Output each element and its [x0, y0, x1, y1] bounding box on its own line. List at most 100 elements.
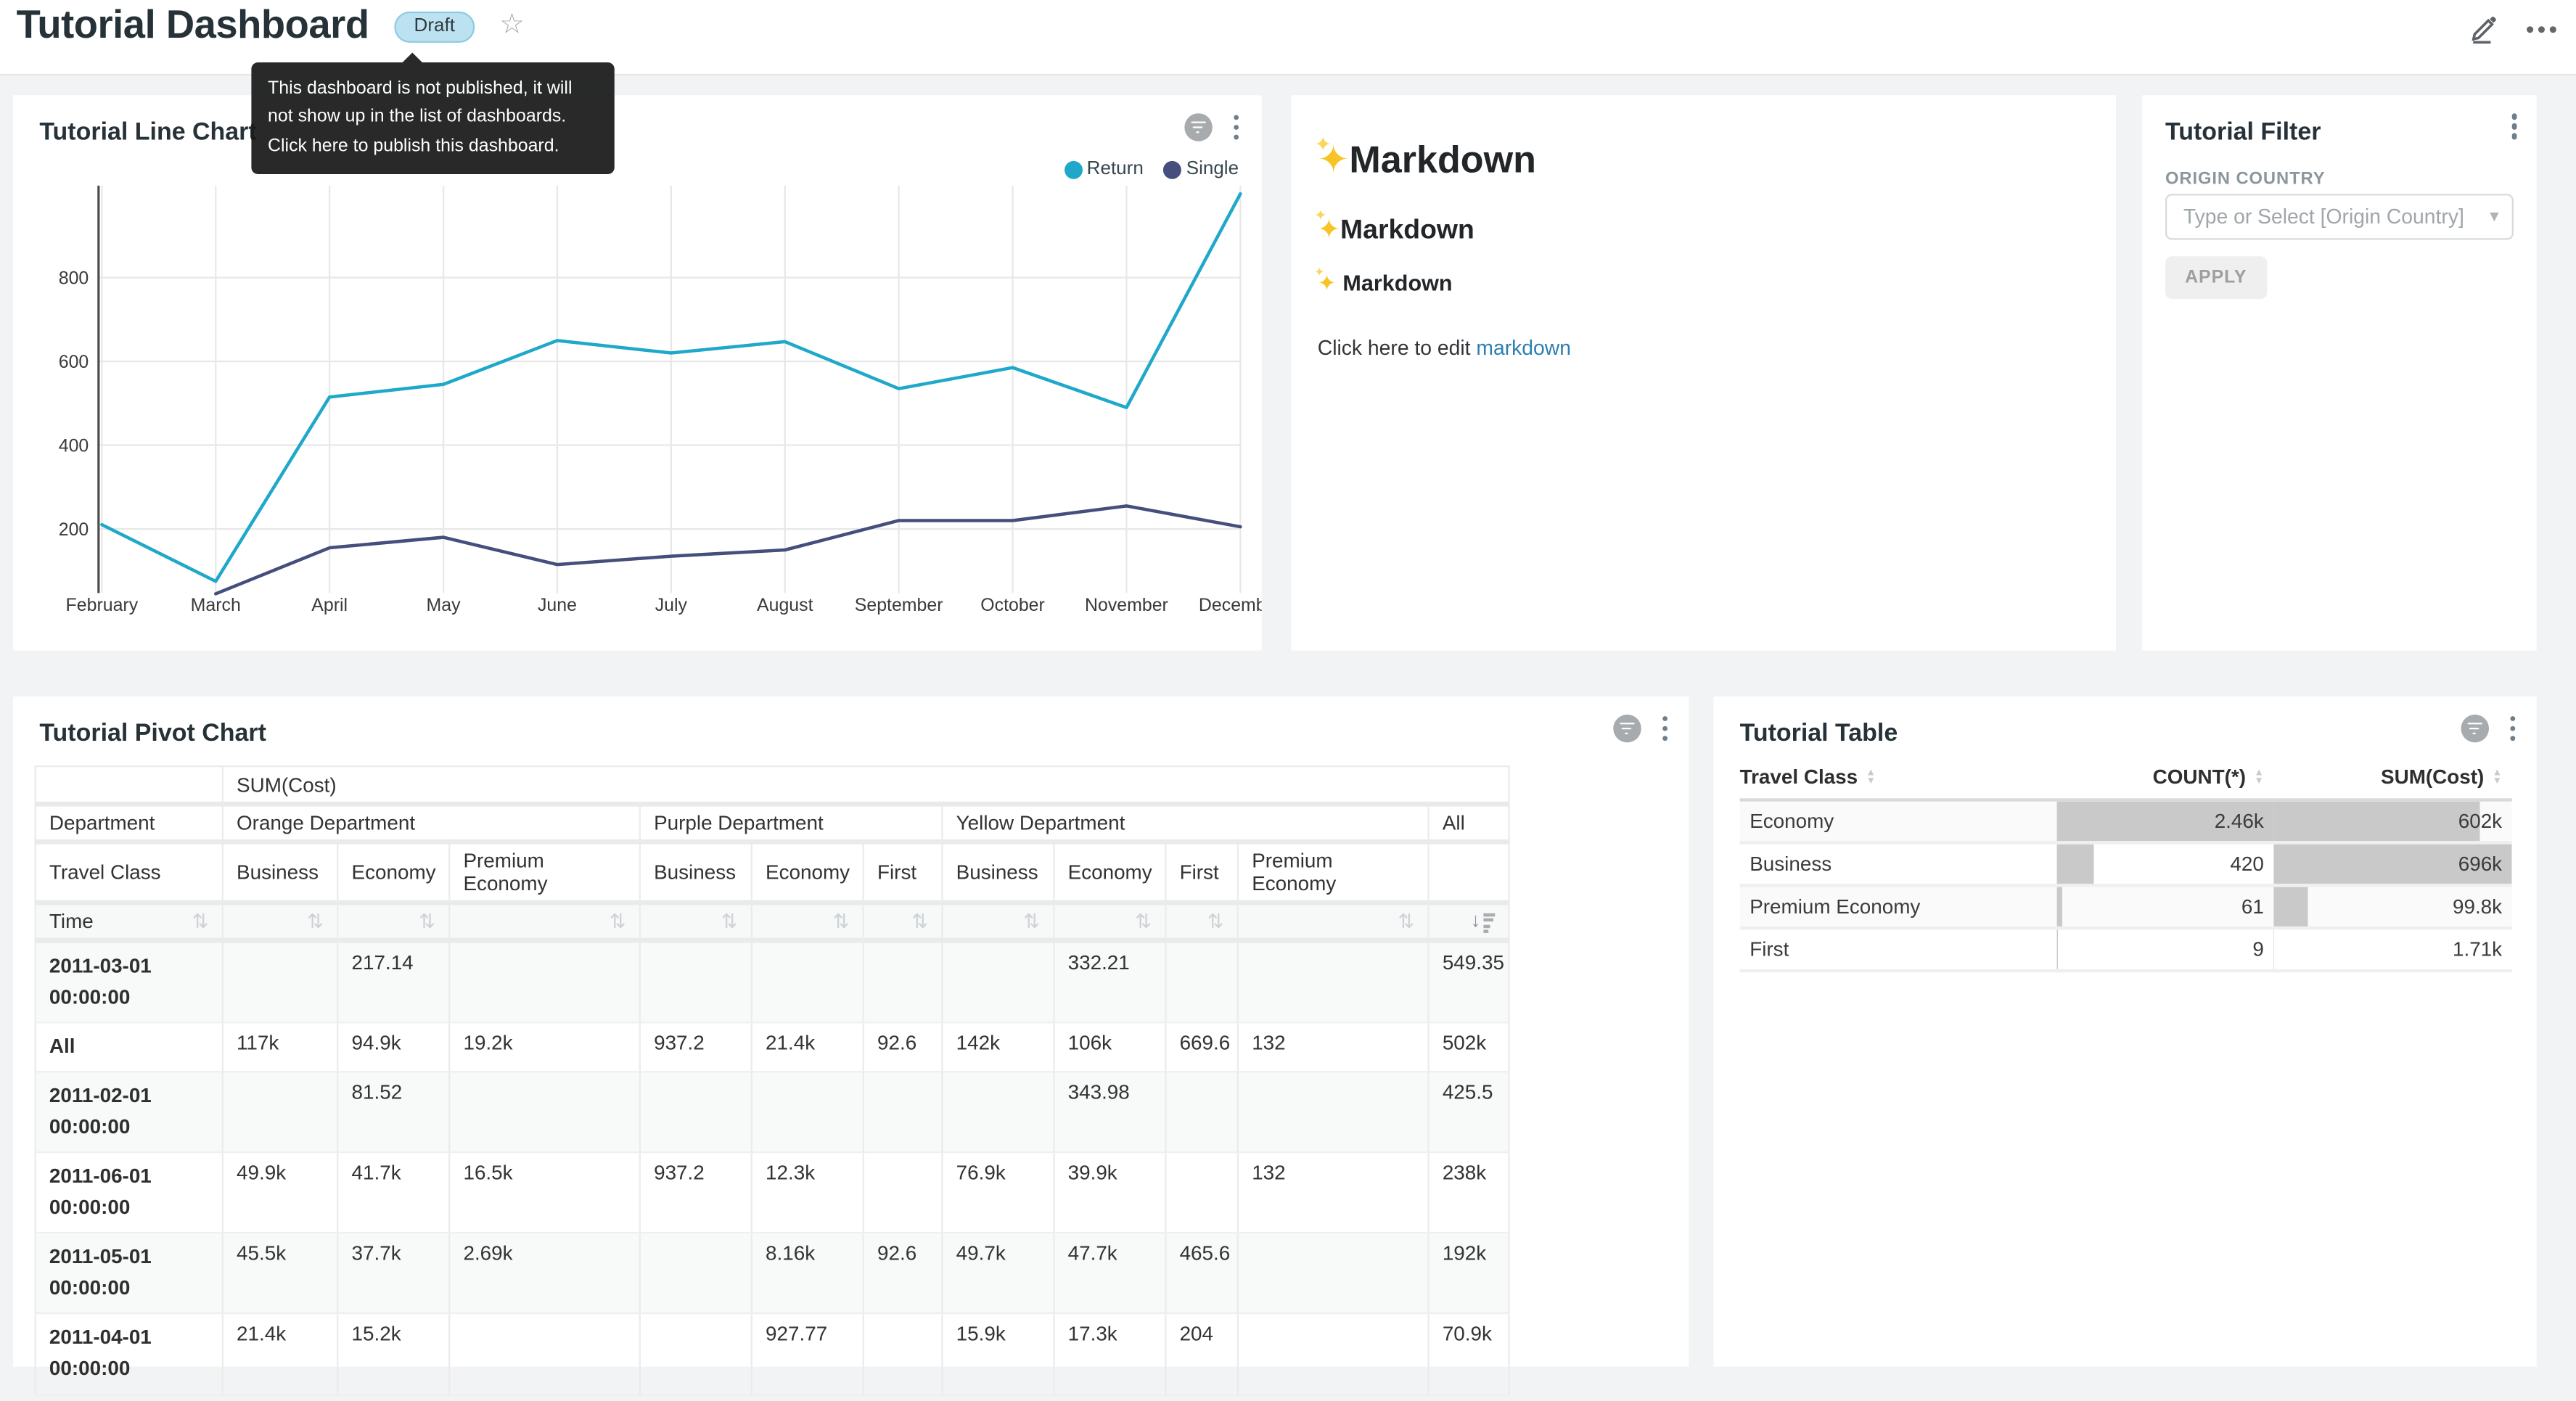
pivot-column-header: Economy [752, 842, 864, 903]
pivot-value-cell: 132 [1238, 1153, 1429, 1233]
sort-icon[interactable]: ⇅ [833, 910, 850, 933]
x-axis-label: December [1199, 595, 1262, 615]
pivot-value-cell [640, 1072, 752, 1153]
pivot-value-cell: 549.35 [1429, 940, 1509, 1022]
count-cell: 2.46k [2057, 802, 2274, 845]
pivot-value-cell: 502k [1429, 1023, 1509, 1072]
pivot-sort-cell: ⇅ [942, 903, 1054, 940]
chart-menu-icon[interactable] [1233, 115, 1239, 140]
edit-pencil-icon[interactable] [2469, 13, 2501, 44]
sort-icon[interactable]: ⇅ [1398, 910, 1415, 933]
pivot-sort-cell: ⇅ [449, 903, 640, 940]
svg-text:400: 400 [59, 436, 89, 456]
pivot-value-cell: 49.9k [223, 1153, 337, 1233]
pivot-value-cell: 106k [1054, 1023, 1165, 1072]
pivot-value-cell: 81.52 [337, 1072, 449, 1153]
pivot-value-cell: 927.77 [752, 1314, 864, 1394]
sort-descending-icon[interactable]: ↓ [1471, 911, 1496, 933]
pivot-value-cell: 192k [1429, 1233, 1509, 1314]
pivot-row-key: 2011-05-01 00:00:00 [36, 1233, 223, 1314]
pivot-value-cell: 669.6 [1165, 1023, 1238, 1072]
pivot-value-cell: 332.21 [1054, 940, 1165, 1022]
pivot-value-cell: 21.4k [223, 1314, 337, 1394]
sort-bars [1484, 911, 1496, 933]
pivot-value-cell [1238, 1072, 1429, 1153]
column-header-travelclass[interactable]: Travel Class▲▼ [1740, 759, 2057, 802]
sort-icon[interactable]: ⇅ [721, 910, 738, 933]
filter-indicator-icon[interactable] [2460, 715, 2487, 742]
pivot-sort-cell: ↓ [1429, 903, 1509, 940]
sort-icon[interactable]: ⇅ [1135, 910, 1152, 933]
column-header-sumcost[interactable]: SUM(Cost) ▲▼ [2273, 759, 2511, 802]
column-header-label: Travel Class [1740, 765, 1858, 789]
sort-icon[interactable]: ⇅ [911, 910, 928, 933]
pivot-value-cell: 15.9k [942, 1314, 1054, 1394]
favorite-star-icon[interactable]: ☆ [499, 8, 525, 41]
x-axis-label: March [191, 595, 241, 615]
pivot-value-cell [640, 1233, 752, 1314]
sort-icon[interactable]: ⇅ [1023, 910, 1040, 933]
filter-indicator-icon[interactable] [1612, 715, 1640, 742]
sort-icon[interactable]: ⇅ [610, 910, 626, 933]
pivot-row-key: 2011-02-01 00:00:00 [36, 1072, 223, 1153]
chart-menu-icon[interactable] [2509, 716, 2515, 741]
pivot-column-header: Premium Economy [449, 842, 640, 903]
pivot-value-cell [1165, 940, 1238, 1022]
pivot-value-cell [1238, 1233, 1429, 1314]
sort-carets-icon: ▲▼ [2493, 770, 2502, 786]
pivot-value-cell: 39.9k [1054, 1153, 1165, 1233]
sort-icon[interactable]: ⇅ [192, 910, 209, 933]
pivot-value-cell: 217.14 [337, 940, 449, 1022]
pivot-value-cell [1238, 1314, 1429, 1394]
pivot-value-cell [640, 1314, 752, 1394]
sparkles-icon: ✦✦ [1318, 271, 1337, 297]
pivot-value-cell [449, 940, 640, 1022]
filter-indicator-icon[interactable] [1184, 113, 1211, 141]
pivot-value-cell: 238k [1429, 1153, 1509, 1233]
pivot-group-header: All [1429, 804, 1509, 842]
markdown-card: ✦✦Markdown ✦✦Markdown ✦✦Markdown Click h… [1292, 95, 2117, 650]
chart-legend: Return Single [1064, 160, 1239, 179]
pivot-value-cell: 117k [223, 1023, 337, 1072]
pivot-time-row: Time⇅⇅⇅⇅⇅⇅⇅⇅⇅⇅⇅↓ [36, 903, 1509, 940]
sort-icon[interactable]: ⇅ [307, 910, 324, 933]
travel-class-cell: Economy [1740, 802, 2057, 845]
x-axis-label: June [538, 595, 577, 615]
pivot-travel-class-row: Travel ClassBusinessEconomyPremium Econo… [36, 842, 1509, 903]
column-header-label: SUM(Cost) [2381, 765, 2484, 789]
pivot-value-cell: 2.69k [449, 1233, 640, 1314]
svg-text:200: 200 [59, 519, 89, 540]
pivot-data-row: 2011-05-01 00:00:0045.5k37.7k2.69k8.16k9… [36, 1233, 1509, 1314]
chevron-down-icon: ▾ [2490, 205, 2499, 226]
apply-button[interactable]: APPLY [2165, 256, 2267, 299]
pivot-sort-cell: ⇅ [640, 903, 752, 940]
edit-markdown-link[interactable]: markdown [1476, 337, 1571, 360]
line-chart-card: Tutorial Line Chart ReturnSingle 2004006… [13, 95, 1262, 650]
pivot-value-cell [864, 940, 943, 1022]
origin-country-select[interactable]: Type or Select [Origin Country] ▾ [2165, 194, 2514, 239]
sort-icon[interactable]: ⇅ [1207, 910, 1224, 933]
count-cell: 9 [2057, 929, 2274, 972]
legend-item-return[interactable]: Return [1064, 160, 1144, 179]
filter-menu-icon[interactable] [2511, 113, 2517, 139]
sort-icon[interactable]: ⇅ [419, 910, 435, 933]
pivot-value-cell [864, 1314, 943, 1394]
more-options-icon[interactable] [2527, 16, 2556, 42]
chart-menu-icon[interactable] [1662, 716, 1668, 741]
sum-cell: 602k [2273, 802, 2511, 845]
pivot-chart-title: Tutorial Pivot Chart [39, 720, 266, 747]
pivot-column-header: First [864, 842, 943, 903]
pivot-value-cell [942, 1072, 1054, 1153]
draft-badge[interactable]: Draft [394, 12, 475, 43]
column-header-count[interactable]: COUNT(*)▲▼ [2057, 759, 2274, 802]
legend-item-single[interactable]: Single [1163, 160, 1239, 179]
pivot-data-row: 2011-06-01 00:00:0049.9k41.7k16.5k937.21… [36, 1153, 1509, 1233]
travel-class-cell: Premium Economy [1740, 887, 2057, 930]
select-placeholder: Type or Select [Origin Country] [2183, 205, 2464, 229]
pivot-sort-cell: ⇅ [1238, 903, 1429, 940]
pivot-value-cell: 21.4k [752, 1023, 864, 1072]
pivot-value-cell: 937.2 [640, 1153, 752, 1233]
data-table: Travel Class▲▼COUNT(*)▲▼ SUM(Cost) ▲▼ Econo… [1740, 759, 2512, 972]
travel-class-cell: First [1740, 929, 2057, 972]
pivot-data-row: 2011-02-01 00:00:0081.52343.98425.5 [36, 1072, 1509, 1153]
